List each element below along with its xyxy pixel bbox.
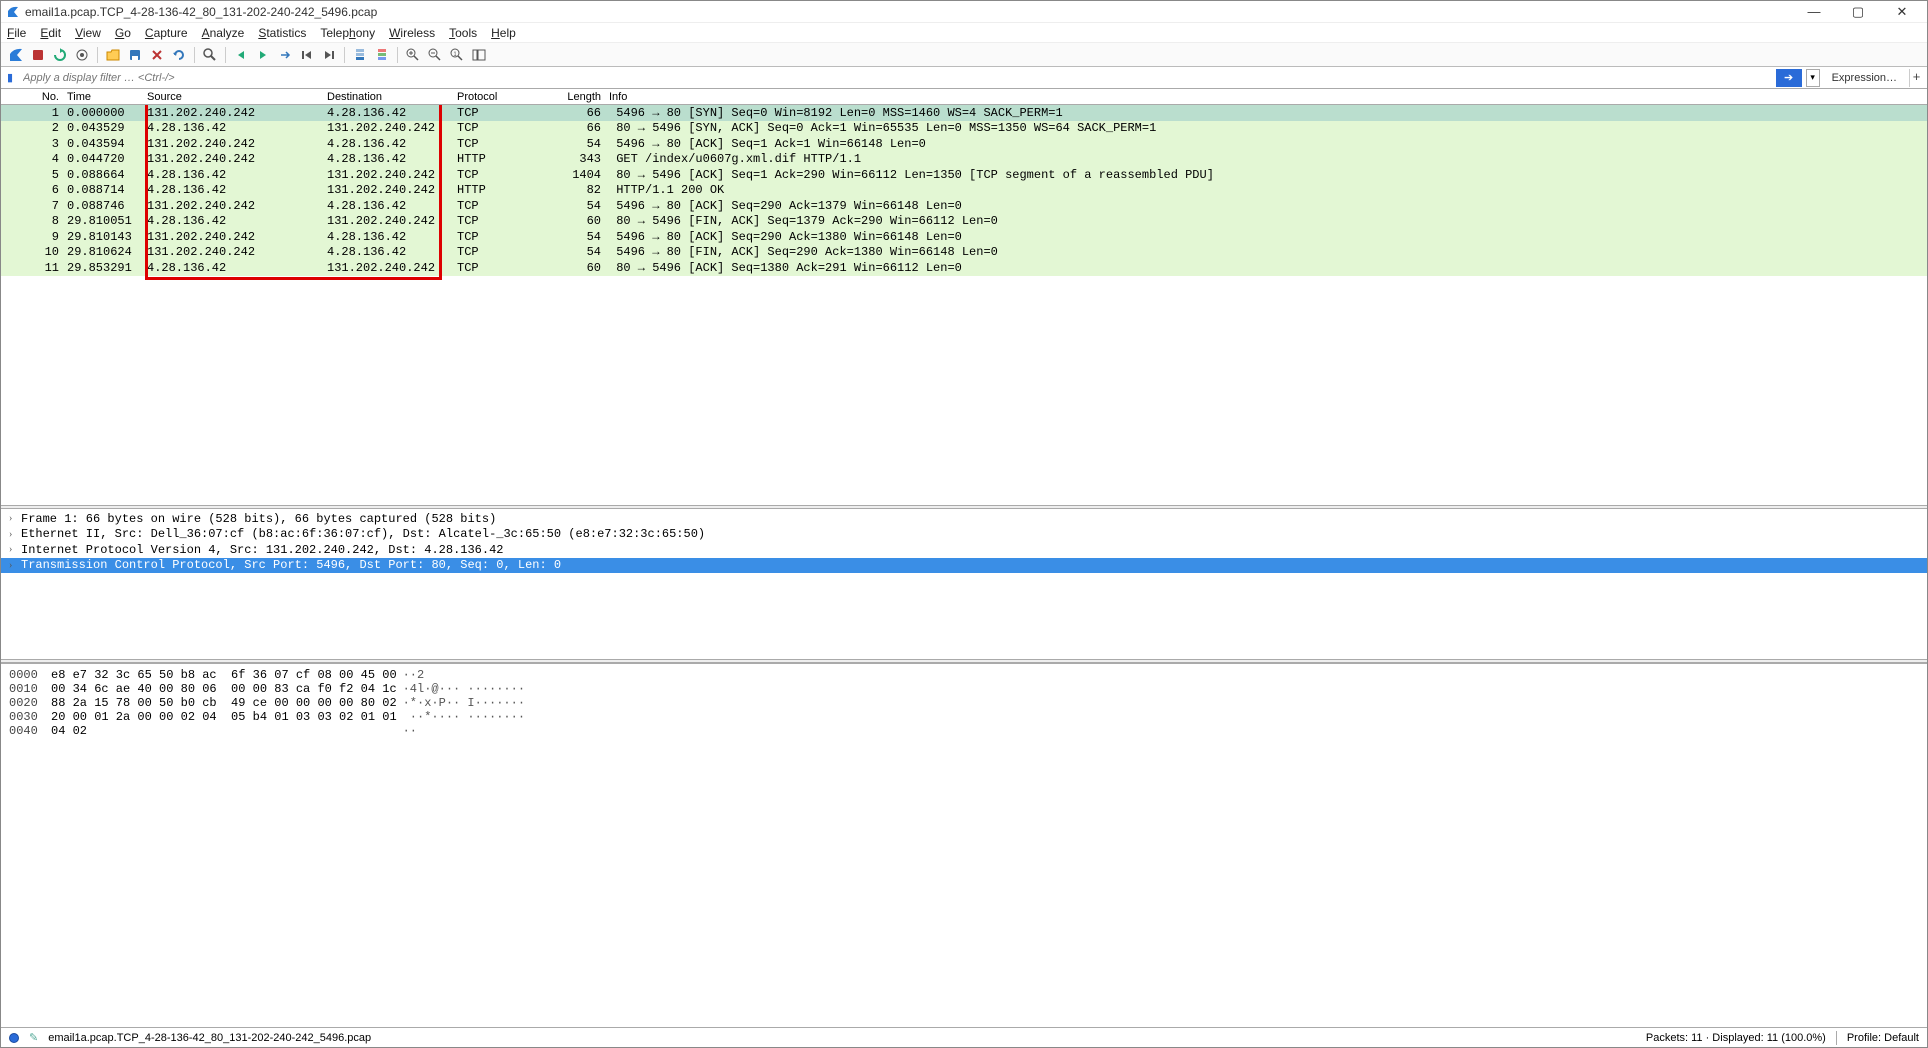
packet-row[interactable]: 20.0435294.28.136.42131.202.240.242TCP66… [1, 121, 1927, 137]
colorize-icon[interactable] [373, 46, 391, 64]
column-proto[interactable]: Protocol [453, 91, 563, 103]
column-info[interactable]: Info [605, 91, 1927, 103]
first-icon[interactable] [298, 46, 316, 64]
stop-icon[interactable] [29, 46, 47, 64]
packet-row[interactable]: 1129.8532914.28.136.42131.202.240.242TCP… [1, 260, 1927, 276]
menubar: File Edit View Go Capture Analyze Statistics Te… [1, 23, 1927, 43]
find-icon[interactable] [201, 46, 219, 64]
apply-filter-button[interactable]: ➔ [1776, 69, 1802, 87]
menu-help[interactable]: Help [491, 26, 516, 40]
detail-row[interactable]: ›Frame 1: 66 bytes on wire (528 bits), 6… [1, 511, 1927, 527]
last-icon[interactable] [320, 46, 338, 64]
packet-row[interactable]: 1029.810624131.202.240.2424.28.136.42TCP… [1, 245, 1927, 261]
filter-dropdown-button[interactable]: ▾ [1806, 69, 1820, 87]
column-source[interactable]: Source [143, 91, 323, 103]
status-packets-label: Packets: 11 · Displayed: 11 (100.0%) [1646, 1032, 1826, 1044]
prev-icon[interactable] [232, 46, 250, 64]
hex-line[interactable]: 001000 34 6c ae 40 00 80 06 00 00 83 ca … [9, 682, 1919, 696]
hex-line[interactable]: 0000e8 e7 32 3c 65 50 b8 ac 6f 36 07 cf … [9, 668, 1919, 682]
hex-line[interactable]: 003020 00 01 2a 00 00 02 04 05 b4 01 03 … [9, 710, 1919, 724]
autoscroll-icon[interactable] [351, 46, 369, 64]
reload-icon[interactable] [170, 46, 188, 64]
zoom-in-icon[interactable] [404, 46, 422, 64]
close-file-icon[interactable] [148, 46, 166, 64]
open-icon[interactable] [104, 46, 122, 64]
packet-row[interactable]: 70.088746131.202.240.2424.28.136.42TCP54… [1, 198, 1927, 214]
packet-row[interactable]: 929.810143131.202.240.2424.28.136.42TCP5… [1, 229, 1927, 245]
next-icon[interactable] [254, 46, 272, 64]
menu-edit[interactable]: Edit [40, 26, 61, 40]
packet-row[interactable]: 829.8100514.28.136.42131.202.240.242TCP6… [1, 214, 1927, 230]
expression-button[interactable]: Expression… [1824, 72, 1905, 84]
status-file-label: email1a.pcap.TCP_4-28-136-42_80_131-202-… [48, 1032, 371, 1044]
column-time[interactable]: Time [63, 91, 143, 103]
status-profile-label[interactable]: Profile: Default [1847, 1032, 1919, 1044]
toolbar-separator [344, 47, 345, 63]
titlebar: email1a.pcap.TCP_4-28-136-42_80_131-202-… [1, 1, 1927, 23]
window-close-button[interactable]: ✕ [1889, 4, 1915, 20]
bookmark-icon[interactable]: ▮ [5, 69, 15, 87]
packet-row[interactable]: 50.0886644.28.136.42131.202.240.242TCP14… [1, 167, 1927, 183]
toolbar-separator [194, 47, 195, 63]
column-no[interactable]: No. [1, 91, 63, 103]
detail-row[interactable]: ›Transmission Control Protocol, Src Port… [1, 558, 1927, 574]
packet-bytes-pane[interactable]: 0000e8 e7 32 3c 65 50 b8 ac 6f 36 07 cf … [1, 663, 1927, 1027]
restart-icon[interactable] [51, 46, 69, 64]
options-icon[interactable] [73, 46, 91, 64]
menu-tools[interactable]: Tools [449, 26, 477, 40]
zoom-out-icon[interactable] [426, 46, 444, 64]
wireshark-fin-icon [7, 6, 19, 18]
packet-row[interactable]: 60.0887144.28.136.42131.202.240.242HTTP8… [1, 183, 1927, 199]
zoom-reset-icon[interactable]: 1 [448, 46, 466, 64]
window-title: email1a.pcap.TCP_4-28-136-42_80_131-202-… [25, 5, 1801, 19]
toolbar-separator [225, 47, 226, 63]
menu-statistics[interactable]: Statistics [258, 26, 306, 40]
menu-file[interactable]: File [7, 26, 26, 40]
resize-cols-icon[interactable] [470, 46, 488, 64]
packet-row[interactable]: 40.044720131.202.240.2424.28.136.42HTTP3… [1, 152, 1927, 168]
hex-line[interactable]: 004004 02 ·· [9, 724, 1919, 738]
menu-analyze[interactable]: Analyze [202, 26, 245, 40]
goto-icon[interactable] [276, 46, 294, 64]
packet-list-header: No. Time Source Destination Protocol Len… [1, 89, 1927, 105]
column-length[interactable]: Length [563, 91, 605, 103]
statusbar: ✎ email1a.pcap.TCP_4-28-136-42_80_131-20… [1, 1027, 1927, 1047]
save-icon[interactable] [126, 46, 144, 64]
menu-view[interactable]: View [75, 26, 101, 40]
packet-details-pane[interactable]: ›Frame 1: 66 bytes on wire (528 bits), 6… [1, 509, 1927, 659]
detail-row[interactable]: ›Internet Protocol Version 4, Src: 131.2… [1, 542, 1927, 558]
hex-line[interactable]: 002088 2a 15 78 00 50 b0 cb 49 ce 00 00 … [9, 696, 1919, 710]
packet-row[interactable]: 10.000000131.202.240.2424.28.136.42TCP66… [1, 105, 1927, 121]
packet-row[interactable]: 30.043594131.202.240.2424.28.136.42TCP54… [1, 136, 1927, 152]
display-filter-row: ▮ ➔ ▾ Expression… + [1, 67, 1927, 89]
toolbar-separator [97, 47, 98, 63]
menu-go[interactable]: Go [115, 26, 131, 40]
display-filter-input[interactable] [19, 69, 1772, 87]
capture-notes-icon[interactable]: ✎ [29, 1031, 38, 1044]
packet-list[interactable]: 10.000000131.202.240.2424.28.136.42TCP66… [1, 105, 1927, 505]
menu-wireless[interactable]: Wireless [389, 26, 435, 40]
menu-capture[interactable]: Capture [145, 26, 188, 40]
window-minimize-button[interactable]: — [1801, 4, 1827, 20]
menu-telephony[interactable]: Telephony [320, 26, 375, 40]
add-filter-button[interactable]: + [1909, 69, 1923, 87]
toolbar: 1 [1, 43, 1927, 67]
column-dest[interactable]: Destination [323, 91, 453, 103]
fin-icon[interactable] [7, 46, 25, 64]
expert-info-icon[interactable] [9, 1033, 19, 1043]
toolbar-separator [397, 47, 398, 63]
detail-row[interactable]: ›Ethernet II, Src: Dell_36:07:cf (b8:ac:… [1, 527, 1927, 543]
window-maximize-button[interactable]: ▢ [1845, 4, 1871, 20]
